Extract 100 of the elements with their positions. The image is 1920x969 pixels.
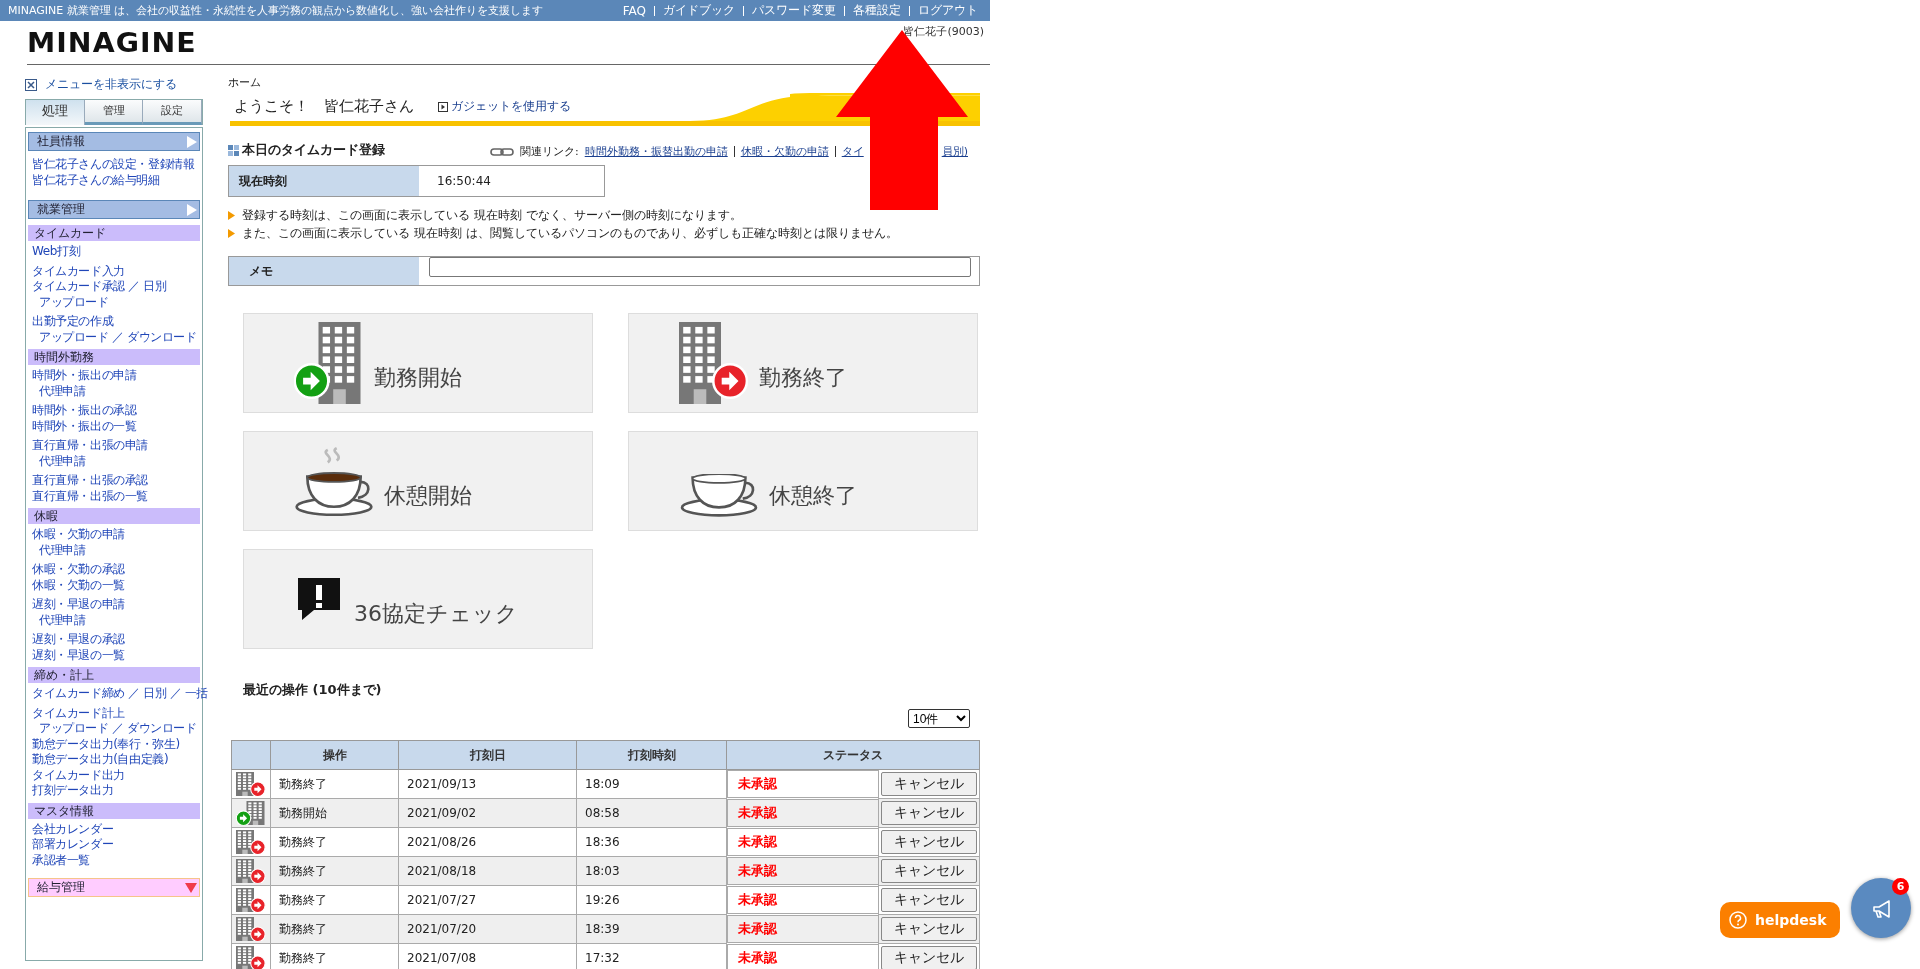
page-size-select[interactable]: 10件 xyxy=(908,709,970,728)
top-link[interactable]: ガイドブック xyxy=(655,2,743,19)
menu-link[interactable]: 勤怠データ出力(自由定義) xyxy=(28,752,169,768)
status-cell: 未承認 xyxy=(727,770,878,798)
table-cell: 18:39 xyxy=(576,914,727,944)
cancel-button[interactable]: キャンセル xyxy=(881,917,977,941)
menu-tab[interactable]: 管理 xyxy=(84,100,144,125)
menu-link[interactable]: 出勤予定の作成 xyxy=(28,314,114,330)
help-icon xyxy=(1729,911,1747,929)
related-label: 関連リンク: xyxy=(520,144,579,159)
menu-tab[interactable]: 処理 xyxy=(26,100,85,125)
top-link[interactable]: パスワード変更 xyxy=(744,2,844,19)
menu-link[interactable]: 代理申請 xyxy=(28,383,86,399)
section-label: 就業管理 xyxy=(37,201,85,218)
punch-button[interactable]: 休憩開始 xyxy=(243,431,593,531)
punch-button[interactable]: 勤務開始 xyxy=(243,313,593,413)
menu-category: マスタ情報 xyxy=(28,802,200,819)
menu-link[interactable]: 会社カレンダー xyxy=(28,821,114,837)
cancel-button[interactable]: キャンセル xyxy=(881,946,977,969)
grid-icon xyxy=(228,144,239,156)
menu-link[interactable]: 皆仁花子さんの給与明細 xyxy=(28,172,160,188)
menu-section-header[interactable]: 社員情報 xyxy=(28,132,200,151)
top-link[interactable]: 各種設定 xyxy=(845,2,909,19)
menu-link[interactable]: 時間外・振出の申請 xyxy=(28,368,137,384)
menu-link[interactable]: 遅刻・早退の承認 xyxy=(28,632,125,648)
menu-link[interactable]: 休暇・欠勤の一覧 xyxy=(28,577,125,593)
cup-icon xyxy=(679,474,759,518)
menu-link[interactable]: タイムカード締め ／ 日別 ／ 一括 xyxy=(28,686,209,702)
hide-menu-link[interactable]: メニューを非表示にする xyxy=(45,76,177,93)
menu-link[interactable]: 皆仁花子さんの設定・登録情報 xyxy=(28,157,195,173)
menu-link[interactable]: タイムカード出力 xyxy=(28,767,125,783)
menu-category: 休暇 xyxy=(28,508,200,524)
related-link-tail: 員別) xyxy=(941,144,968,159)
status-cell: 未承認 xyxy=(727,943,878,969)
menu-link[interactable]: アップロード ／ ダウンロード xyxy=(28,329,197,345)
cancel-button[interactable]: キャンセル xyxy=(881,859,977,883)
menu-category: タイムカード xyxy=(28,225,200,241)
menu-link[interactable]: 代理申請 xyxy=(28,542,86,558)
menu-section-header[interactable]: 給与管理 xyxy=(28,878,200,897)
top-link[interactable]: ログアウト xyxy=(910,2,986,19)
note-text: また、この画面に表示している 現在時刻 は、閲覧しているパソコンのものであり、必ずしも正確な時刻とは限りません。 xyxy=(242,225,898,242)
menu-link[interactable]: 部署カレンダー xyxy=(28,837,114,853)
clock-label: 現在時刻 xyxy=(229,166,419,196)
related-link[interactable]: 時間外勤務・振替出勤の申請 xyxy=(584,144,728,159)
table-cell: 2021/09/02 xyxy=(398,798,577,828)
table-cell: 18:09 xyxy=(576,769,727,799)
gadget-link[interactable]: ガジェットを使用する xyxy=(438,98,571,115)
table-cell: 勤務終了 xyxy=(270,856,399,886)
menu-link[interactable]: 打刻データ出力 xyxy=(28,783,114,799)
related-link[interactable]: タイ xyxy=(841,144,864,159)
table-cell: 2021/07/27 xyxy=(398,885,577,915)
table-cell: 2021/09/13 xyxy=(398,769,577,799)
menu-link[interactable]: 承認者一覧 xyxy=(28,852,90,868)
menu-link[interactable]: 勤怠データ出力(奉行・弥生) xyxy=(28,736,180,752)
cancel-button[interactable]: キャンセル xyxy=(881,830,977,854)
building-arrow-icon xyxy=(236,830,266,854)
menu-link[interactable]: タイムカード入力 xyxy=(28,263,125,279)
announcement-button[interactable] xyxy=(1851,878,1911,938)
menu-link[interactable]: タイムカード承認 ／ 日別 xyxy=(28,279,167,295)
memo-field[interactable] xyxy=(429,257,971,277)
section-label: 給与管理 xyxy=(37,879,85,896)
cancel-button[interactable]: キャンセル xyxy=(881,801,977,825)
status-cell: 未承認 xyxy=(727,885,878,914)
punch-button[interactable]: 勤務終了 xyxy=(628,313,978,413)
cancel-button[interactable]: キャンセル xyxy=(881,888,977,912)
menu-link[interactable]: 直行直帰・出張の申請 xyxy=(28,438,148,454)
menu-link[interactable]: 時間外・振出の一覧 xyxy=(28,418,137,434)
menu-link[interactable]: 代理申請 xyxy=(28,453,86,469)
menu-link[interactable]: タイムカード計上 xyxy=(28,705,125,721)
steaming-cup-icon xyxy=(294,444,374,518)
menu-link[interactable]: 遅刻・早退の一覧 xyxy=(28,647,125,663)
punch-button[interactable]: 休憩終了 xyxy=(628,431,978,531)
related-link[interactable]: 休暇・欠勤の申請 xyxy=(740,144,829,159)
menu-link[interactable]: 休暇・欠勤の申請 xyxy=(28,527,125,543)
menu-link[interactable]: 代理申請 xyxy=(28,612,86,628)
chain-link-icon xyxy=(490,146,514,157)
menu-link[interactable]: Web打刻 xyxy=(28,244,81,260)
building-arrow-icon xyxy=(679,322,749,404)
menu-category: 締め・計上 xyxy=(28,667,200,683)
building-arrow-icon xyxy=(236,946,266,969)
punch-button[interactable]: 36協定チェック xyxy=(243,549,593,649)
user-name: 皆仁花子(9003) xyxy=(903,24,985,40)
building-arrow-icon xyxy=(236,772,266,796)
menu-link[interactable]: 直行直帰・出張の承認 xyxy=(28,473,148,489)
menu-link[interactable]: 休暇・欠勤の承認 xyxy=(28,562,125,578)
breadcrumb: ホーム xyxy=(228,75,262,90)
menu-link[interactable]: アップロード xyxy=(28,294,109,310)
logo: MINAGINE xyxy=(27,26,197,60)
menu-link[interactable]: 直行直帰・出張の一覧 xyxy=(28,488,148,504)
menu-link[interactable]: アップロード ／ ダウンロード xyxy=(28,721,197,737)
cancel-button[interactable]: キャンセル xyxy=(881,772,977,796)
menu-section-header[interactable]: 就業管理 xyxy=(28,200,200,219)
table-cell: 18:36 xyxy=(576,827,727,857)
menu-link[interactable]: 遅刻・早退の申請 xyxy=(28,597,125,613)
table-cell: 勤務終了 xyxy=(270,885,399,915)
top-link[interactable]: FAQ xyxy=(614,3,654,18)
menu-link[interactable]: 時間外・振出の承認 xyxy=(28,403,137,419)
menu-tab[interactable]: 設定 xyxy=(143,100,202,125)
table-cell: 2021/07/20 xyxy=(398,914,577,944)
table-header: 打刻時刻 xyxy=(576,740,727,770)
